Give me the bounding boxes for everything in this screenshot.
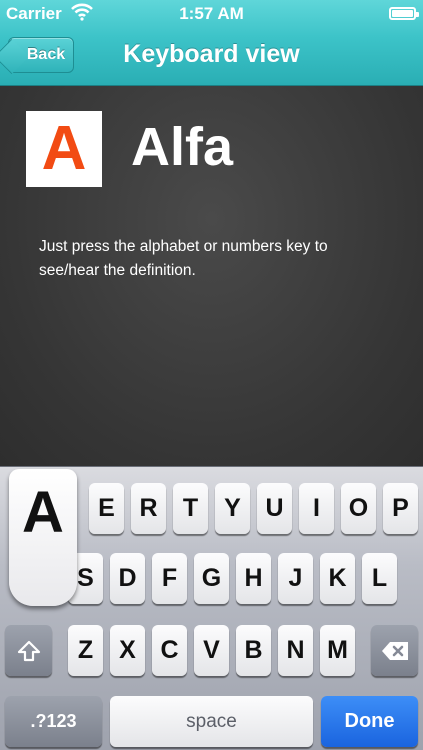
instruction-text: Just press the alphabet or numbers key t… bbox=[39, 238, 328, 279]
key-preview-popup: A bbox=[9, 469, 77, 606]
key-z[interactable]: Z bbox=[68, 625, 103, 676]
key-l[interactable]: L bbox=[362, 553, 397, 604]
key-b[interactable]: B bbox=[236, 625, 271, 676]
key-y[interactable]: Y bbox=[215, 483, 250, 534]
key-m[interactable]: M bbox=[320, 625, 355, 676]
key-c[interactable]: C bbox=[152, 625, 187, 676]
key-i[interactable]: I bbox=[299, 483, 334, 534]
shift-key[interactable] bbox=[5, 625, 52, 676]
key-r[interactable]: R bbox=[131, 483, 166, 534]
back-button-label: Back bbox=[26, 46, 66, 63]
key-f[interactable]: F bbox=[152, 553, 187, 604]
letter-tile: A bbox=[26, 111, 102, 187]
key-t[interactable]: T bbox=[173, 483, 208, 534]
key-n[interactable]: N bbox=[278, 625, 313, 676]
key-h[interactable]: H bbox=[236, 553, 271, 604]
battery-icon bbox=[389, 7, 419, 20]
key-o[interactable]: O bbox=[341, 483, 376, 534]
key-x[interactable]: X bbox=[110, 625, 145, 676]
numbers-key[interactable]: .?123 bbox=[5, 696, 102, 747]
key-p[interactable]: P bbox=[383, 483, 418, 534]
key-e[interactable]: E bbox=[89, 483, 124, 534]
key-d[interactable]: D bbox=[110, 553, 145, 604]
code-word: Alfa bbox=[131, 117, 234, 177]
key-v[interactable]: V bbox=[194, 625, 229, 676]
clock: 1:57 AM bbox=[179, 4, 244, 23]
letter-glyph: A bbox=[41, 114, 87, 183]
key-preview-letter: A bbox=[22, 480, 64, 545]
space-key[interactable]: space bbox=[110, 696, 313, 747]
key-k[interactable]: K bbox=[320, 553, 355, 604]
delete-key[interactable] bbox=[371, 625, 418, 676]
definition-panel: A Alfa Just press the alphabet or number… bbox=[0, 86, 423, 466]
backspace-icon bbox=[381, 641, 408, 660]
key-g[interactable]: G bbox=[194, 553, 229, 604]
status-bar: Carrier 1:57 AM bbox=[0, 0, 423, 27]
key-j[interactable]: J bbox=[278, 553, 313, 604]
key-u[interactable]: U bbox=[257, 483, 292, 534]
shift-icon bbox=[17, 640, 40, 661]
nav-bar: Carrier 1:57 AM Back Keyboard view bbox=[0, 0, 423, 86]
done-key[interactable]: Done bbox=[321, 696, 418, 747]
